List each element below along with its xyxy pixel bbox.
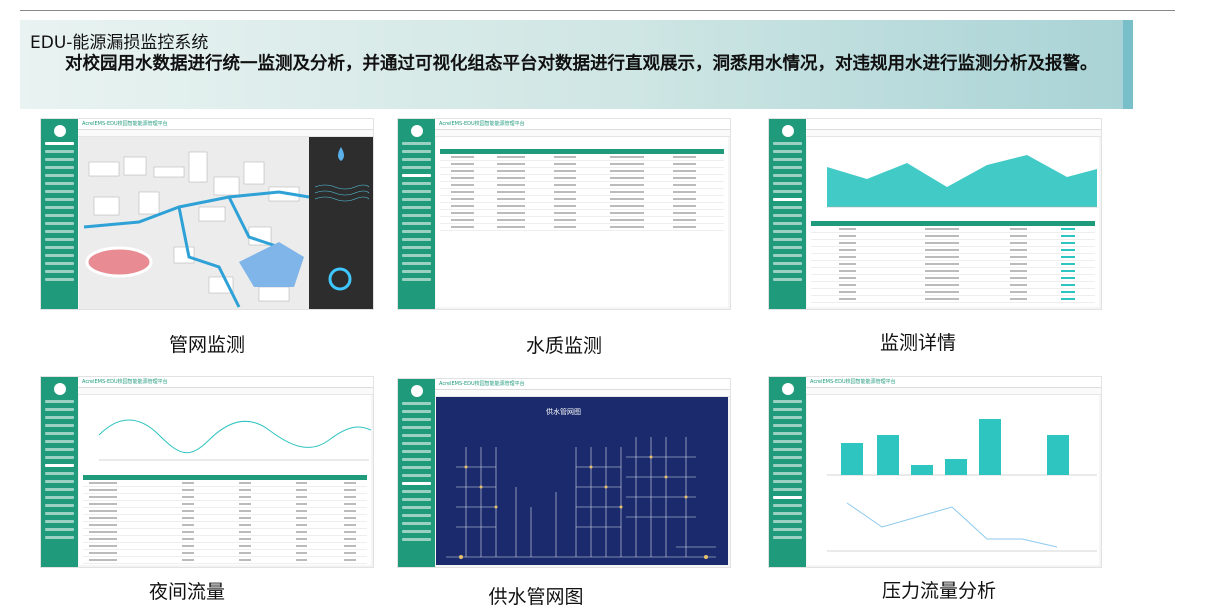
tab-strip[interactable] (806, 388, 1101, 402)
night-flow-view[interactable] (79, 395, 371, 565)
logo-icon (410, 125, 423, 137)
app-title: AcrelEMS-EDU校园智能能源管理平台 (439, 121, 525, 127)
app-header: AcrelEMS-EDU校园智能能源管理平台 (78, 119, 373, 136)
intro-banner: EDU-能源漏损监控系统 对校园用水数据进行统一监测及分析，并通过可视化组态平台… (20, 20, 1133, 109)
caption-supply-diagram: 供水管网图 (488, 586, 584, 608)
sidebar (398, 119, 435, 309)
diagram-title: 供水管网图 (546, 408, 581, 416)
sidebar (41, 119, 78, 309)
app-header (806, 119, 1101, 136)
panel-pipe-network[interactable]: AcrelEMS-EDU校园智能能源管理平台 (40, 118, 374, 310)
campus-map (79, 137, 373, 309)
app-header: AcrelEMS-EDU校园智能能源管理平台 (435, 119, 730, 136)
tab-strip[interactable] (78, 388, 373, 402)
sidebar (769, 119, 806, 309)
panel-night-flow[interactable]: AcrelEMS-EDU校园智能能源管理平台 (40, 376, 374, 568)
analysis-charts (827, 419, 1097, 552)
tab-strip[interactable] (78, 130, 373, 144)
tab-strip[interactable] (806, 130, 1101, 144)
app-header: AcrelEMS-EDU校园智能能源管理平台 (78, 377, 373, 394)
caption-water-quality: 水质监测 (525, 335, 602, 357)
app-header: AcrelEMS-EDU校园智能能源管理平台 (806, 377, 1101, 394)
panel-pressure-flow[interactable]: AcrelEMS-EDU校园智能能源管理平台 (768, 376, 1102, 568)
diagram-view[interactable]: 供水管网图 (436, 397, 728, 565)
data-table (83, 475, 367, 564)
logo-icon (781, 125, 794, 137)
quality-table-view[interactable] (436, 137, 728, 307)
app-title: AcrelEMS-EDU校园智能能源管理平台 (82, 379, 168, 385)
logo-icon (410, 385, 423, 397)
detail-view[interactable] (807, 137, 1099, 307)
caption-pipe-network: 管网监测 (168, 334, 245, 356)
line-chart (98, 419, 371, 461)
banner-title: EDU-能源漏损监控系统 (30, 33, 209, 53)
data-table (811, 221, 1095, 303)
caption-monitor-detail: 监测详情 (879, 332, 956, 354)
panel-supply-diagram[interactable]: AcrelEMS-EDU校园智能能源管理平台 供水管网图 (397, 378, 731, 568)
sidebar (41, 377, 78, 567)
pressure-flow-view[interactable] (807, 395, 1099, 565)
data-table (440, 149, 724, 231)
map-view[interactable] (79, 137, 373, 309)
app-title: AcrelEMS-EDU校园智能能源管理平台 (82, 121, 168, 127)
top-divider (20, 10, 1175, 11)
banner-description: 对校园用水数据进行统一监测及分析，并通过可视化组态平台对数据进行直观展示，洞悉用… (65, 54, 1098, 74)
tab-strip[interactable] (435, 390, 730, 404)
app-header: AcrelEMS-EDU校园智能能源管理平台 (435, 379, 730, 396)
app-title: AcrelEMS-EDU校园智能能源管理平台 (810, 379, 896, 385)
logo-icon (781, 383, 794, 395)
logo-icon (53, 383, 66, 395)
sidebar (769, 377, 806, 567)
app-title: AcrelEMS-EDU校园智能能源管理平台 (439, 381, 525, 387)
caption-night-flow: 夜间流量 (148, 581, 225, 603)
panel-water-quality[interactable]: AcrelEMS-EDU校园智能能源管理平台 (397, 118, 731, 310)
panel-monitor-detail[interactable] (768, 118, 1102, 310)
tab-strip[interactable] (435, 130, 730, 144)
sidebar (398, 379, 435, 567)
logo-icon (53, 125, 66, 137)
pipe-diagram (446, 437, 716, 559)
area-chart (827, 155, 1097, 208)
caption-pressure-flow: 压力流量分析 (881, 580, 996, 602)
